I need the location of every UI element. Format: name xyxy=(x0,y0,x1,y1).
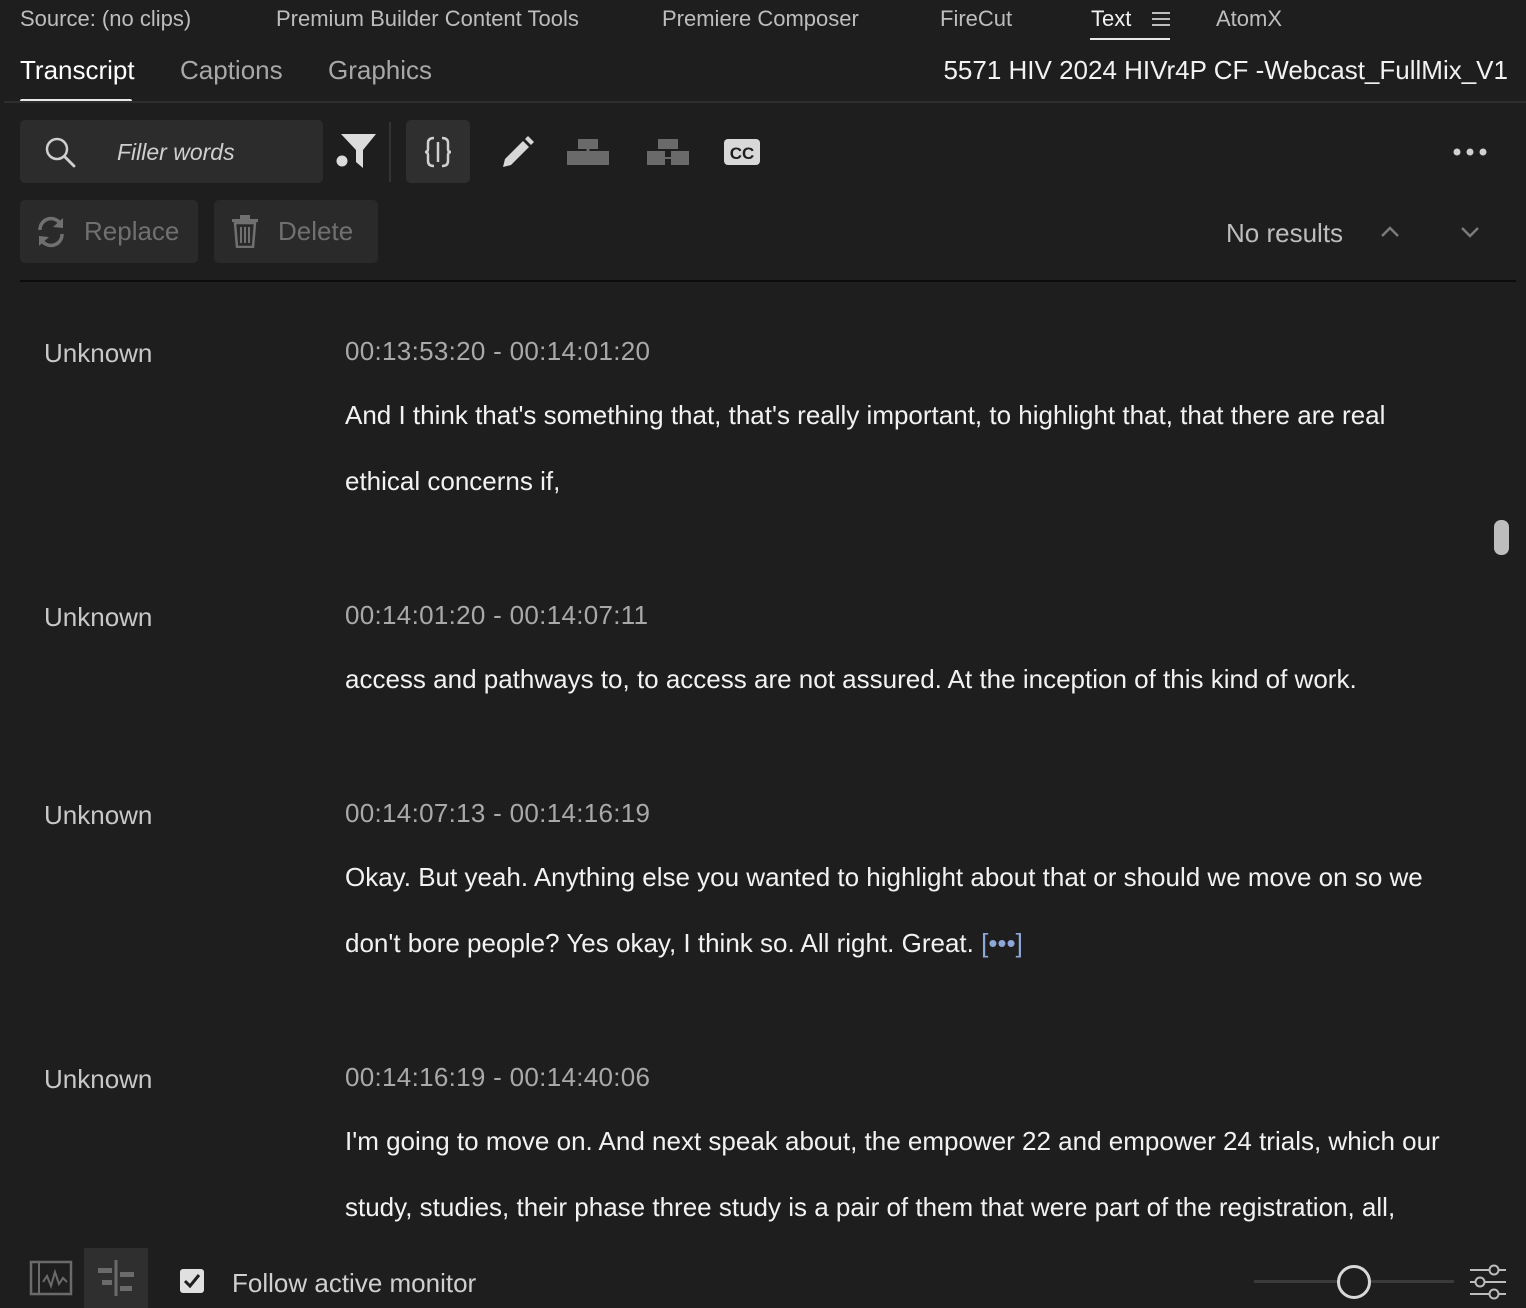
segment-line: And I think that's something that, that'… xyxy=(345,400,1386,430)
search-icon[interactable] xyxy=(44,136,76,168)
active-panel-underline xyxy=(1090,38,1170,40)
sequence-view-button[interactable] xyxy=(84,1248,148,1308)
captions-button[interactable]: CC xyxy=(718,120,766,183)
replace-button[interactable]: Replace xyxy=(20,200,198,263)
pause-marker[interactable]: [•••] xyxy=(981,928,1023,958)
merge-segments-button[interactable] xyxy=(562,120,614,183)
merge-segment-icon xyxy=(567,138,609,165)
tab-divider xyxy=(4,101,1526,103)
segment-line: ethical concerns if, xyxy=(345,466,561,496)
follow-monitor-label[interactable]: Follow active monitor xyxy=(232,1268,476,1299)
panel-tab-source[interactable]: Source: (no clips) xyxy=(20,6,191,32)
segment-line-text: don't bore people? Yes okay, I think so.… xyxy=(345,928,974,958)
zoom-slider-thumb[interactable] xyxy=(1337,1265,1371,1299)
transcript-list[interactable]: Unknown 00:13:53:20 - 00:14:01:20 And I … xyxy=(0,282,1526,1248)
segment-line: I'm going to move on. And next speak abo… xyxy=(345,1126,1440,1156)
segment-timecode: 00:14:07:13 - 00:14:16:19 xyxy=(345,798,651,828)
speaker-label[interactable]: Unknown xyxy=(44,800,152,831)
panel-menu-icon[interactable] xyxy=(1152,12,1170,28)
panel-tab-premiere-composer[interactable]: Premiere Composer xyxy=(662,6,859,32)
settings-sliders-icon[interactable] xyxy=(1466,1263,1510,1301)
delete-label: Delete xyxy=(278,216,354,246)
panel-tab-text[interactable]: Text xyxy=(1091,6,1131,32)
cc-icon: CC xyxy=(724,138,760,165)
panel-tab-atomx[interactable]: AtomX xyxy=(1216,6,1282,32)
more-options-button[interactable] xyxy=(1448,120,1492,183)
segment-line: don't bore people? Yes okay, I think so.… xyxy=(345,910,1465,976)
edit-mode-button[interactable] xyxy=(406,120,470,183)
segment-text[interactable]: access and pathways to, to access are no… xyxy=(345,646,1465,712)
segment-text[interactable]: I'm going to move on. And next speak abo… xyxy=(345,1108,1465,1240)
trash-icon xyxy=(232,215,258,248)
previous-result-icon[interactable] xyxy=(1376,218,1404,246)
filter-button[interactable] xyxy=(330,120,380,183)
filter-icon xyxy=(336,133,376,168)
toolbar-separator xyxy=(389,122,391,182)
segment-text[interactable]: And I think that's something that, that'… xyxy=(345,382,1465,514)
segment-timecode: 00:14:01:20 - 00:14:07:11 xyxy=(345,600,649,630)
tab-transcript[interactable]: Transcript xyxy=(20,55,135,86)
speaker-label[interactable]: Unknown xyxy=(44,1064,152,1095)
segment-line: access and pathways to, to access are no… xyxy=(345,664,1357,694)
speaker-label[interactable]: Unknown xyxy=(44,338,152,369)
segment-line: Okay. But yeah. Anything else you wanted… xyxy=(345,862,1423,892)
segment-timecode: 00:14:16:19 - 00:14:40:06 xyxy=(345,1062,651,1092)
pencil-icon xyxy=(503,135,534,167)
segment-line: study, studies, their phase three study … xyxy=(345,1192,1396,1222)
delete-button[interactable]: Delete xyxy=(214,200,378,263)
sequence-view-icon xyxy=(98,1260,134,1296)
panel-tab-premium-builder[interactable]: Premium Builder Content Tools xyxy=(276,6,579,32)
replace-icon xyxy=(38,216,64,248)
clip-view-icon xyxy=(29,1260,73,1296)
edit-mode-icon xyxy=(425,136,451,167)
split-segment-button[interactable] xyxy=(642,120,694,183)
follow-monitor-checkbox[interactable] xyxy=(180,1269,204,1293)
search-input[interactable] xyxy=(115,134,314,170)
panel-tab-firecut[interactable]: FireCut xyxy=(940,6,1012,32)
sequence-name: 5571 HIV 2024 HIVr4P CF -Webcast_FullMix… xyxy=(943,55,1508,85)
replace-label: Replace xyxy=(84,216,180,246)
speaker-label[interactable]: Unknown xyxy=(44,602,152,633)
svg-text:CC: CC xyxy=(730,144,755,163)
checkmark-icon xyxy=(183,1274,201,1289)
tab-captions[interactable]: Captions xyxy=(180,55,283,86)
search-results-count: No results xyxy=(1226,218,1344,248)
next-result-icon[interactable] xyxy=(1456,218,1484,246)
clip-view-button[interactable] xyxy=(20,1248,84,1308)
tab-graphics[interactable]: Graphics xyxy=(328,55,432,86)
segment-timecode: 00:13:53:20 - 00:14:01:20 xyxy=(345,336,651,366)
panel-tab-bar: Source: (no clips) Premium Builder Conte… xyxy=(0,0,1526,42)
edit-text-button[interactable] xyxy=(492,120,542,183)
scrollbar-thumb[interactable] xyxy=(1494,520,1509,555)
segment-text[interactable]: Okay. But yeah. Anything else you wanted… xyxy=(345,844,1465,976)
search-box xyxy=(20,120,323,183)
more-icon xyxy=(1453,148,1487,155)
bottom-bar: Follow active monitor xyxy=(0,1248,1526,1308)
split-segment-icon xyxy=(647,138,689,165)
